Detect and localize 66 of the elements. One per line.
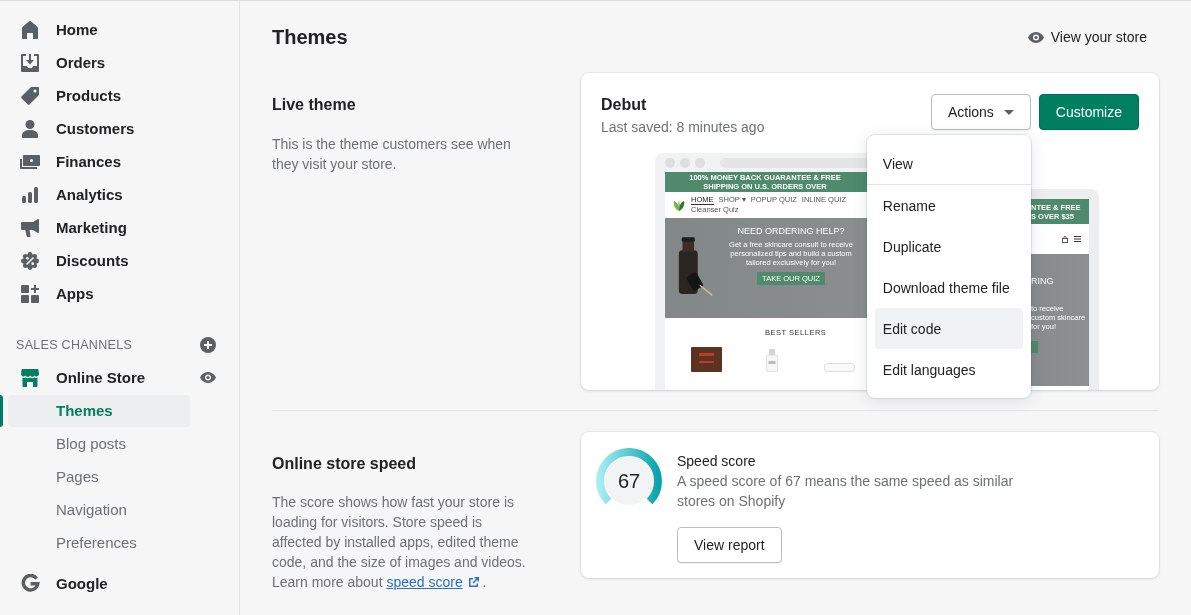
storefront-icon [21, 368, 39, 387]
bar-chart-icon [22, 186, 38, 203]
page-title: Themes [272, 25, 348, 50]
theme-name: Debut [601, 95, 648, 115]
card-title: Speed score [677, 452, 756, 471]
nav-item[interactable]: Customers [0, 112, 239, 145]
last-saved-text: Last saved: 8 minutes ago [601, 118, 765, 137]
view-report-button[interactable]: View report [677, 527, 782, 563]
subnav-item[interactable]: Blog posts [8, 427, 190, 460]
menu-item[interactable]: Edit code [874, 308, 1023, 349]
apps-grid-icon [21, 284, 39, 303]
section-heading: SALES CHANNELS [16, 337, 133, 352]
section-title: Live theme [272, 95, 357, 115]
nav-item[interactable]: Online Store [0, 361, 200, 394]
subnav-item[interactable]: Pages [8, 460, 190, 493]
person-icon [22, 119, 38, 138]
subnav-item[interactable]: Preferences [8, 526, 190, 559]
score-value: 67 [617, 469, 641, 493]
hero-heading: RING [1031, 276, 1054, 286]
menu-icon [1074, 236, 1081, 242]
view-button[interactable] [200, 372, 216, 383]
jar-drawing [824, 363, 855, 372]
menu-item[interactable]: Download theme file [874, 267, 1023, 308]
selection-indicator [0, 394, 3, 427]
actions-button[interactable]: Actions [930, 94, 1031, 130]
caret-down-icon [1003, 109, 1014, 115]
subnav-item[interactable]: Themes [8, 394, 190, 427]
leaf-logo-icon [673, 199, 685, 211]
percent-badge-icon [21, 251, 39, 270]
subnav-item[interactable]: Navigation [8, 493, 190, 526]
cards-icon [20, 154, 40, 169]
nav-item[interactable]: Products [0, 79, 239, 112]
bag-icon [1062, 235, 1068, 243]
section-title: Online store speed [272, 454, 418, 474]
menu-item[interactable]: Edit languages [874, 349, 1023, 390]
menu-item[interactable]: View [874, 143, 1023, 184]
bottle-drawing [766, 349, 778, 372]
nav-item[interactable]: Google [0, 567, 239, 600]
card-description: A speed score of 67 means the same speed as similar stores on Shopify [677, 472, 1015, 511]
section-description: The score shows how fast your store is loading for visitors. Store speed is affected by installed apps, edited theme code, and the size of images and videos. Learn more about speed score . [272, 493, 527, 592]
g-letter-icon [20, 574, 40, 593]
nav-item[interactable]: Orders [0, 46, 239, 79]
nav-item[interactable]: Apps [0, 277, 239, 310]
nav-item[interactable]: Analytics [0, 178, 239, 211]
nav-item[interactable]: Discounts [0, 244, 239, 277]
external-link-icon [467, 577, 479, 588]
preview-call-to-action [1031, 341, 1038, 353]
hero-heading: NEED ORDERING HELP? [737, 226, 845, 237]
tag-icon [21, 86, 39, 105]
menu-item[interactable]: Rename [874, 185, 1023, 226]
nav-item[interactable]: Home [0, 13, 239, 46]
house-icon [22, 20, 38, 39]
eye-icon [200, 372, 216, 383]
tube-drawing [691, 347, 722, 372]
megaphone-icon [21, 218, 39, 237]
eye-icon [1027, 31, 1044, 43]
nav-item[interactable]: Finances [0, 145, 239, 178]
section-description: This is the theme customers see when they visit your store. [272, 135, 512, 174]
view-store-link[interactable]: View your store [1015, 25, 1159, 49]
customize-button[interactable]: Customize [1038, 94, 1139, 130]
plus-circle-icon [200, 336, 216, 353]
menu-item[interactable]: Duplicate [874, 226, 1023, 267]
add-channel-button[interactable] [200, 336, 216, 353]
nav-item[interactable]: Marketing [0, 211, 239, 244]
download-tray-icon [21, 53, 39, 72]
speed-score-link[interactable]: speed score [386, 574, 479, 590]
